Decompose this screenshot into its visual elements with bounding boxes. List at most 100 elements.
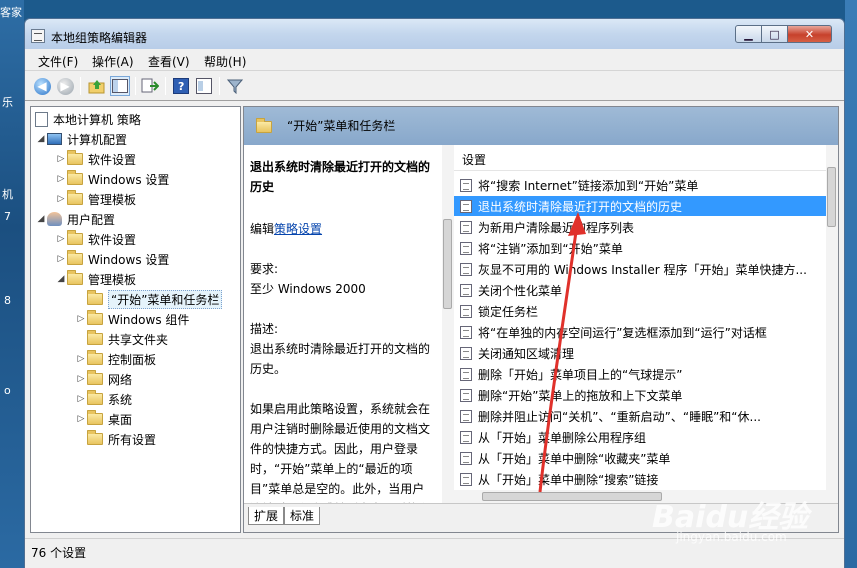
tree-item-cc-software[interactable]: ▷ 软件设置 <box>55 149 136 169</box>
table-row[interactable]: 退出系统时清除最近打开的文档的历史 <box>454 196 826 216</box>
column-header-setting[interactable]: 设置 <box>454 145 826 171</box>
expand-icon[interactable]: ▷ <box>75 374 87 384</box>
tree-item-user-config[interactable]: ◢ 用户配置 <box>35 209 115 229</box>
forward-button[interactable]: ▶ <box>55 76 75 96</box>
tree-item-uc-admin[interactable]: ◢ 管理模板 <box>55 269 136 289</box>
menu-help[interactable]: 帮助(H) <box>204 53 246 70</box>
maximize-icon: □ <box>769 27 780 41</box>
collapse-icon[interactable]: ◢ <box>55 274 67 284</box>
setting-name: 从「开始」菜单删除公用程序组 <box>478 430 647 445</box>
table-row[interactable]: 关闭个性化菜单 <box>454 280 826 300</box>
tree-item-cc-windows[interactable]: ▷ Windows 设置 <box>55 169 169 189</box>
table-row[interactable]: 从「开始」菜单删除公用程序组 <box>454 427 826 447</box>
expand-icon[interactable]: ▷ <box>55 154 67 164</box>
export-list-button[interactable] <box>140 76 160 96</box>
up-button[interactable] <box>87 76 107 96</box>
tab-extended[interactable]: 扩展 <box>248 507 285 525</box>
table-row[interactable]: 锁定任务栏 <box>454 301 826 321</box>
tree-label: 桌面 <box>108 412 133 427</box>
desktop-right-strip <box>845 0 857 568</box>
tree-item-desktop[interactable]: ▷ 桌面 <box>75 409 132 429</box>
folder-icon <box>87 410 103 425</box>
filter-button[interactable] <box>225 76 245 96</box>
tree-item-all-settings[interactable]: 所有设置 <box>87 429 156 449</box>
scroll-thumb[interactable] <box>482 492 662 501</box>
tree-label: 软件设置 <box>88 232 137 247</box>
setting-name: 将“注销”添加到“开始”菜单 <box>478 241 623 256</box>
title-bar[interactable]: 本地组策略编辑器 ▁ □ ✕ <box>25 19 844 49</box>
expand-icon[interactable]: ▷ <box>75 354 87 364</box>
description-scrollbar[interactable] <box>442 145 454 503</box>
scroll-thumb[interactable] <box>827 167 836 227</box>
policy-setting-icon <box>460 283 472 297</box>
tree-item-windows-components[interactable]: ▷ Windows 组件 <box>75 309 189 329</box>
setting-name: 从「开始」菜单中删除“搜索”链接 <box>478 472 659 487</box>
expand-icon[interactable]: ▷ <box>55 234 67 244</box>
table-row[interactable]: 为新用户清除最近的程序列表 <box>454 217 826 237</box>
navigation-tree[interactable]: 本地计算机 策略 ◢ 计算机配置 ▷ 软件设置 ▷ Windows 设置 ▷ 管… <box>30 106 241 533</box>
tree-item-uc-windows[interactable]: ▷ Windows 设置 <box>55 249 169 269</box>
properties-button[interactable] <box>194 76 214 96</box>
tree-item-control-panel[interactable]: ▷ 控制面板 <box>75 349 156 369</box>
back-icon: ◀ <box>33 77 51 95</box>
policy-setting-icon <box>460 220 472 234</box>
minimize-button[interactable]: ▁ <box>735 25 762 43</box>
user-icon <box>47 212 62 226</box>
tree-item-network[interactable]: ▷ 网络 <box>75 369 132 389</box>
table-row[interactable]: 将“搜索 Internet”链接添加到“开始”菜单 <box>454 175 826 195</box>
menu-file[interactable]: 文件(F) <box>38 53 78 70</box>
tree-item-cc-admin[interactable]: ▷ 管理模板 <box>55 189 136 209</box>
folder-icon <box>87 370 103 385</box>
tree-item-shared-folders[interactable]: 共享文件夹 <box>87 329 168 349</box>
svg-text:?: ? <box>178 80 184 93</box>
tree-item-start-menu[interactable]: “开始”菜单和任务栏 <box>87 289 223 309</box>
table-row[interactable]: 将“注销”添加到“开始”菜单 <box>454 238 826 258</box>
policy-doc-icon <box>35 111 48 127</box>
content-area: 本地计算机 策略 ◢ 计算机配置 ▷ 软件设置 ▷ Windows 设置 ▷ 管… <box>25 101 844 538</box>
table-row[interactable]: 删除「开始」菜单项目上的“气球提示” <box>454 364 826 384</box>
scroll-thumb[interactable] <box>443 219 452 309</box>
tab-standard[interactable]: 标准 <box>284 507 321 525</box>
expand-icon[interactable]: ▷ <box>75 414 87 424</box>
help-button[interactable]: ? <box>171 76 191 96</box>
tree-item-system[interactable]: ▷ 系统 <box>75 389 132 409</box>
edit-policy-link[interactable]: 策略设置 <box>274 222 322 236</box>
expand-icon[interactable]: ▷ <box>75 314 87 324</box>
expand-icon[interactable]: ▷ <box>55 254 67 264</box>
table-row[interactable]: 删除并阻止访问“关机”、“重新启动”、“睡眠”和“休... <box>454 406 826 426</box>
tree-label: 用户配置 <box>67 212 116 227</box>
filter-icon <box>227 79 243 94</box>
tree-label: 计算机配置 <box>67 132 128 147</box>
tree-item-root[interactable]: 本地计算机 策略 <box>35 109 141 129</box>
maximize-button[interactable]: □ <box>761 25 788 43</box>
collapse-icon[interactable]: ◢ <box>35 134 47 144</box>
table-row[interactable]: 灰显不可用的 Windows Installer 程序「开始」菜单快捷方... <box>454 259 826 279</box>
show-hide-tree-button[interactable] <box>110 76 130 96</box>
collapse-icon[interactable]: ◢ <box>35 214 47 224</box>
window-title: 本地组策略编辑器 <box>51 31 148 45</box>
back-button[interactable]: ◀ <box>32 76 52 96</box>
table-row[interactable]: 从「开始」菜单中删除“搜索”链接 <box>454 469 826 489</box>
status-text: 76 个设置 <box>31 546 87 560</box>
table-row[interactable]: 从「开始」菜单中删除“收藏夹”菜单 <box>454 448 826 468</box>
setting-name: 将“在单独的内存空间运行”复选框添加到“运行”对话框 <box>478 325 767 340</box>
tree-item-uc-software[interactable]: ▷ 软件设置 <box>55 229 136 249</box>
tree-label: 管理模板 <box>88 272 137 287</box>
list-vertical-scrollbar[interactable] <box>826 145 838 490</box>
description-text: 退出系统时清除最近打开的文档的历史。 <box>250 342 431 376</box>
table-row[interactable]: 删除“开始”菜单上的拖放和上下文菜单 <box>454 385 826 405</box>
toolbar-separator <box>219 77 220 95</box>
close-button[interactable]: ✕ <box>787 25 832 43</box>
table-row[interactable]: 关闭通知区域清理 <box>454 343 826 363</box>
desktop-label: 客家 <box>0 6 22 19</box>
menu-view[interactable]: 查看(V) <box>148 53 190 70</box>
menu-action[interactable]: 操作(A) <box>92 53 134 70</box>
expand-icon[interactable]: ▷ <box>75 394 87 404</box>
expand-icon[interactable]: ▷ <box>55 174 67 184</box>
policy-setting-icon <box>460 409 472 423</box>
policy-setting-icon <box>460 388 472 402</box>
policy-setting-icon <box>460 199 472 213</box>
table-row[interactable]: 将“在单独的内存空间运行”复选框添加到“运行”对话框 <box>454 322 826 342</box>
tree-item-computer-config[interactable]: ◢ 计算机配置 <box>35 129 127 149</box>
expand-icon[interactable]: ▷ <box>55 194 67 204</box>
